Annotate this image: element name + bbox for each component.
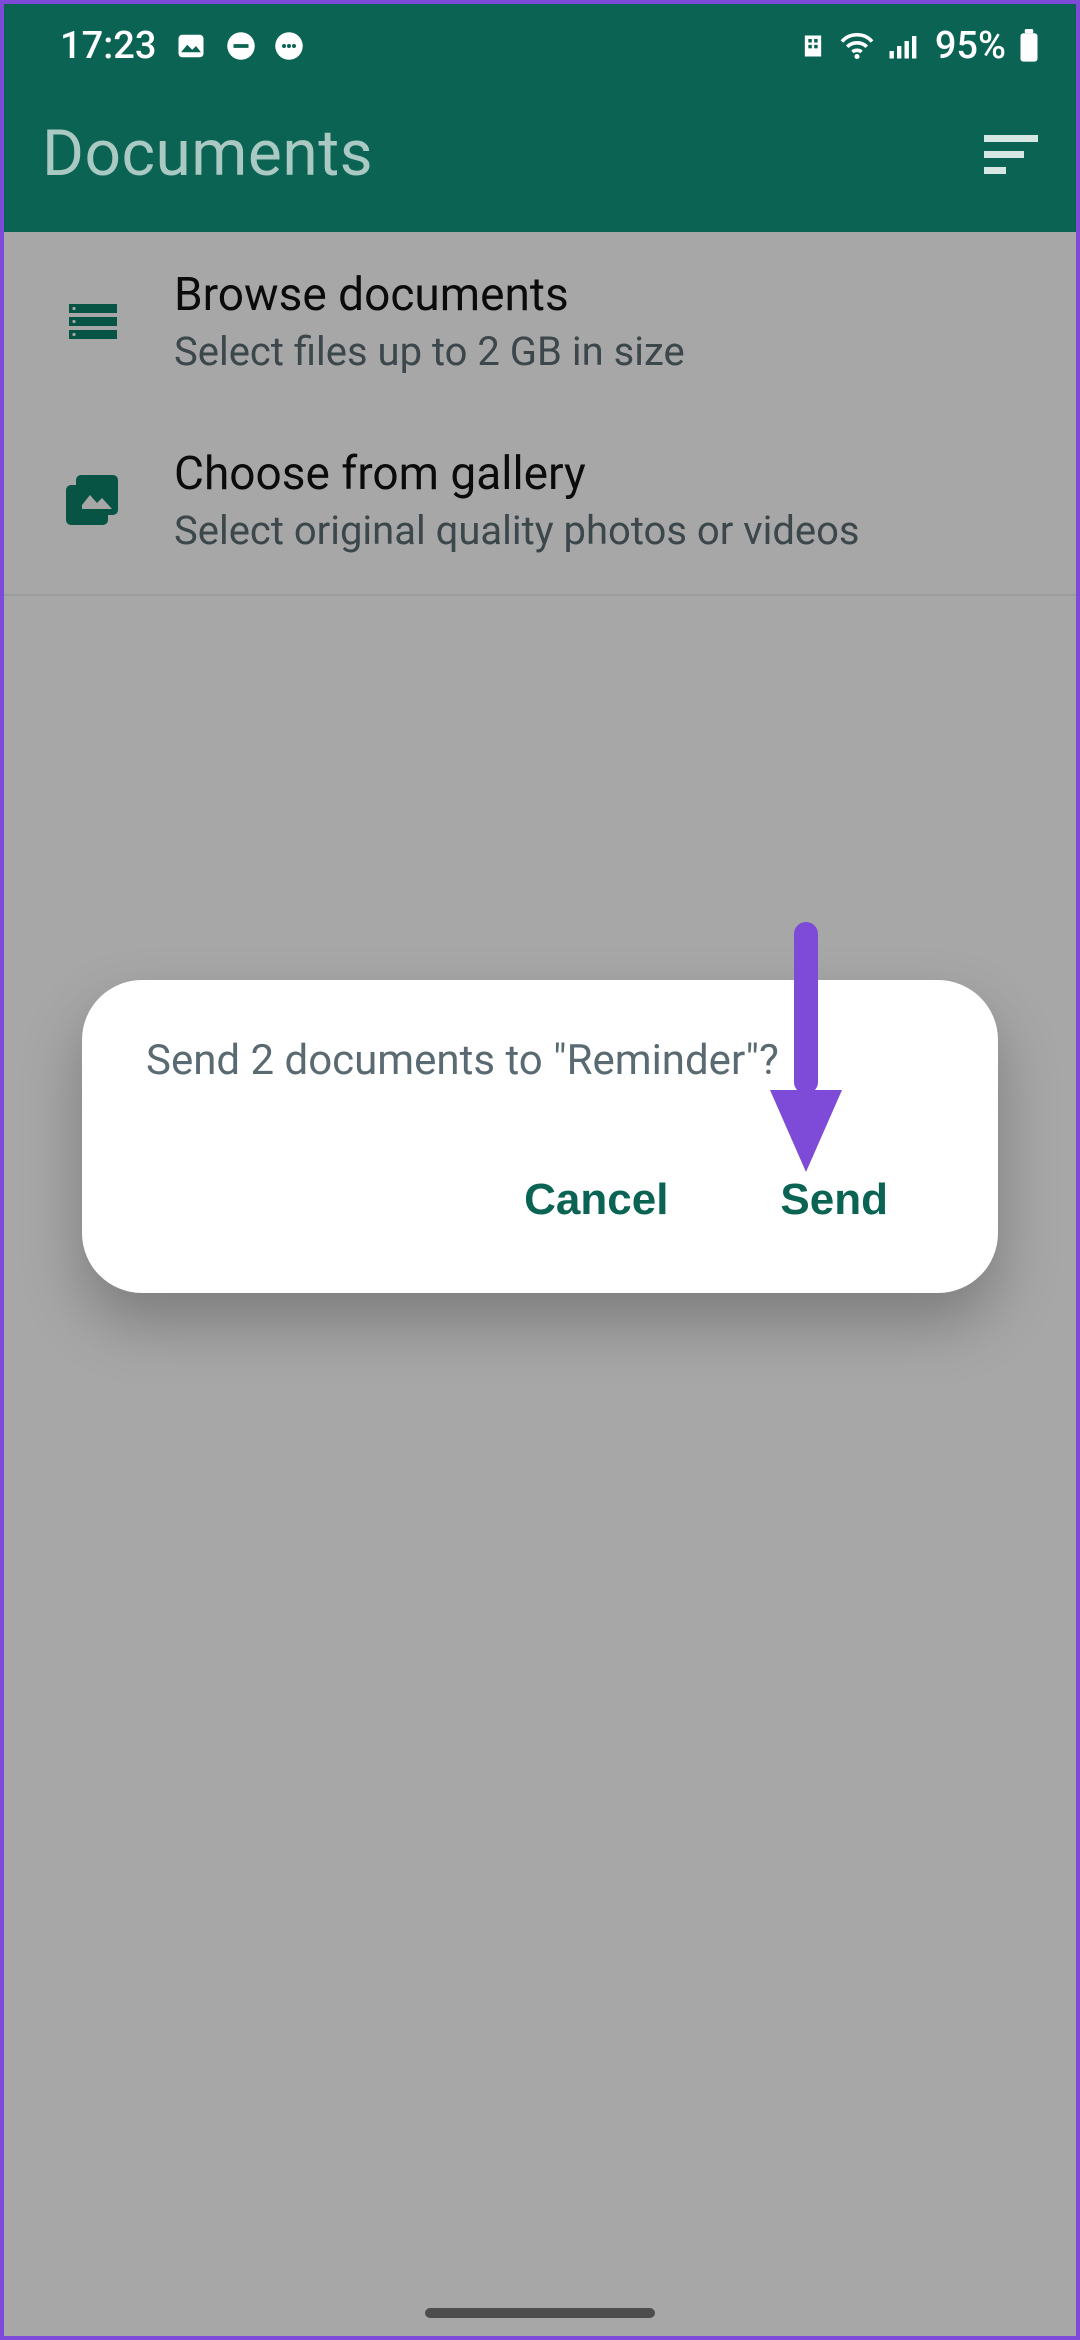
top-bar: 17:23 95% xyxy=(0,0,1080,232)
send-confirmation-dialog: Send 2 documents to "Reminder"? Cancel S… xyxy=(82,980,998,1293)
battery-percent: 95% xyxy=(935,24,1006,68)
status-time: 17:23 xyxy=(60,24,156,68)
sort-button[interactable] xyxy=(984,131,1040,175)
status-bar: 17:23 95% xyxy=(0,0,1080,92)
dialog-message: Send 2 documents to "Reminder"? xyxy=(138,1036,942,1159)
cancel-button[interactable]: Cancel xyxy=(516,1159,676,1241)
status-right: 95% xyxy=(799,24,1040,68)
signal-icon xyxy=(887,31,917,61)
status-left: 17:23 xyxy=(60,24,304,68)
gesture-bar xyxy=(425,2308,655,2318)
dialog-actions: Cancel Send xyxy=(138,1159,942,1253)
battery-icon xyxy=(1018,29,1040,63)
chat-icon xyxy=(274,31,304,61)
dnd-icon xyxy=(226,31,256,61)
send-button[interactable]: Send xyxy=(772,1159,896,1241)
building-icon xyxy=(799,31,827,61)
app-bar: Documents xyxy=(0,92,1080,232)
page-title: Documents xyxy=(42,116,373,191)
image-icon xyxy=(174,31,208,61)
wifi-icon xyxy=(839,31,875,61)
